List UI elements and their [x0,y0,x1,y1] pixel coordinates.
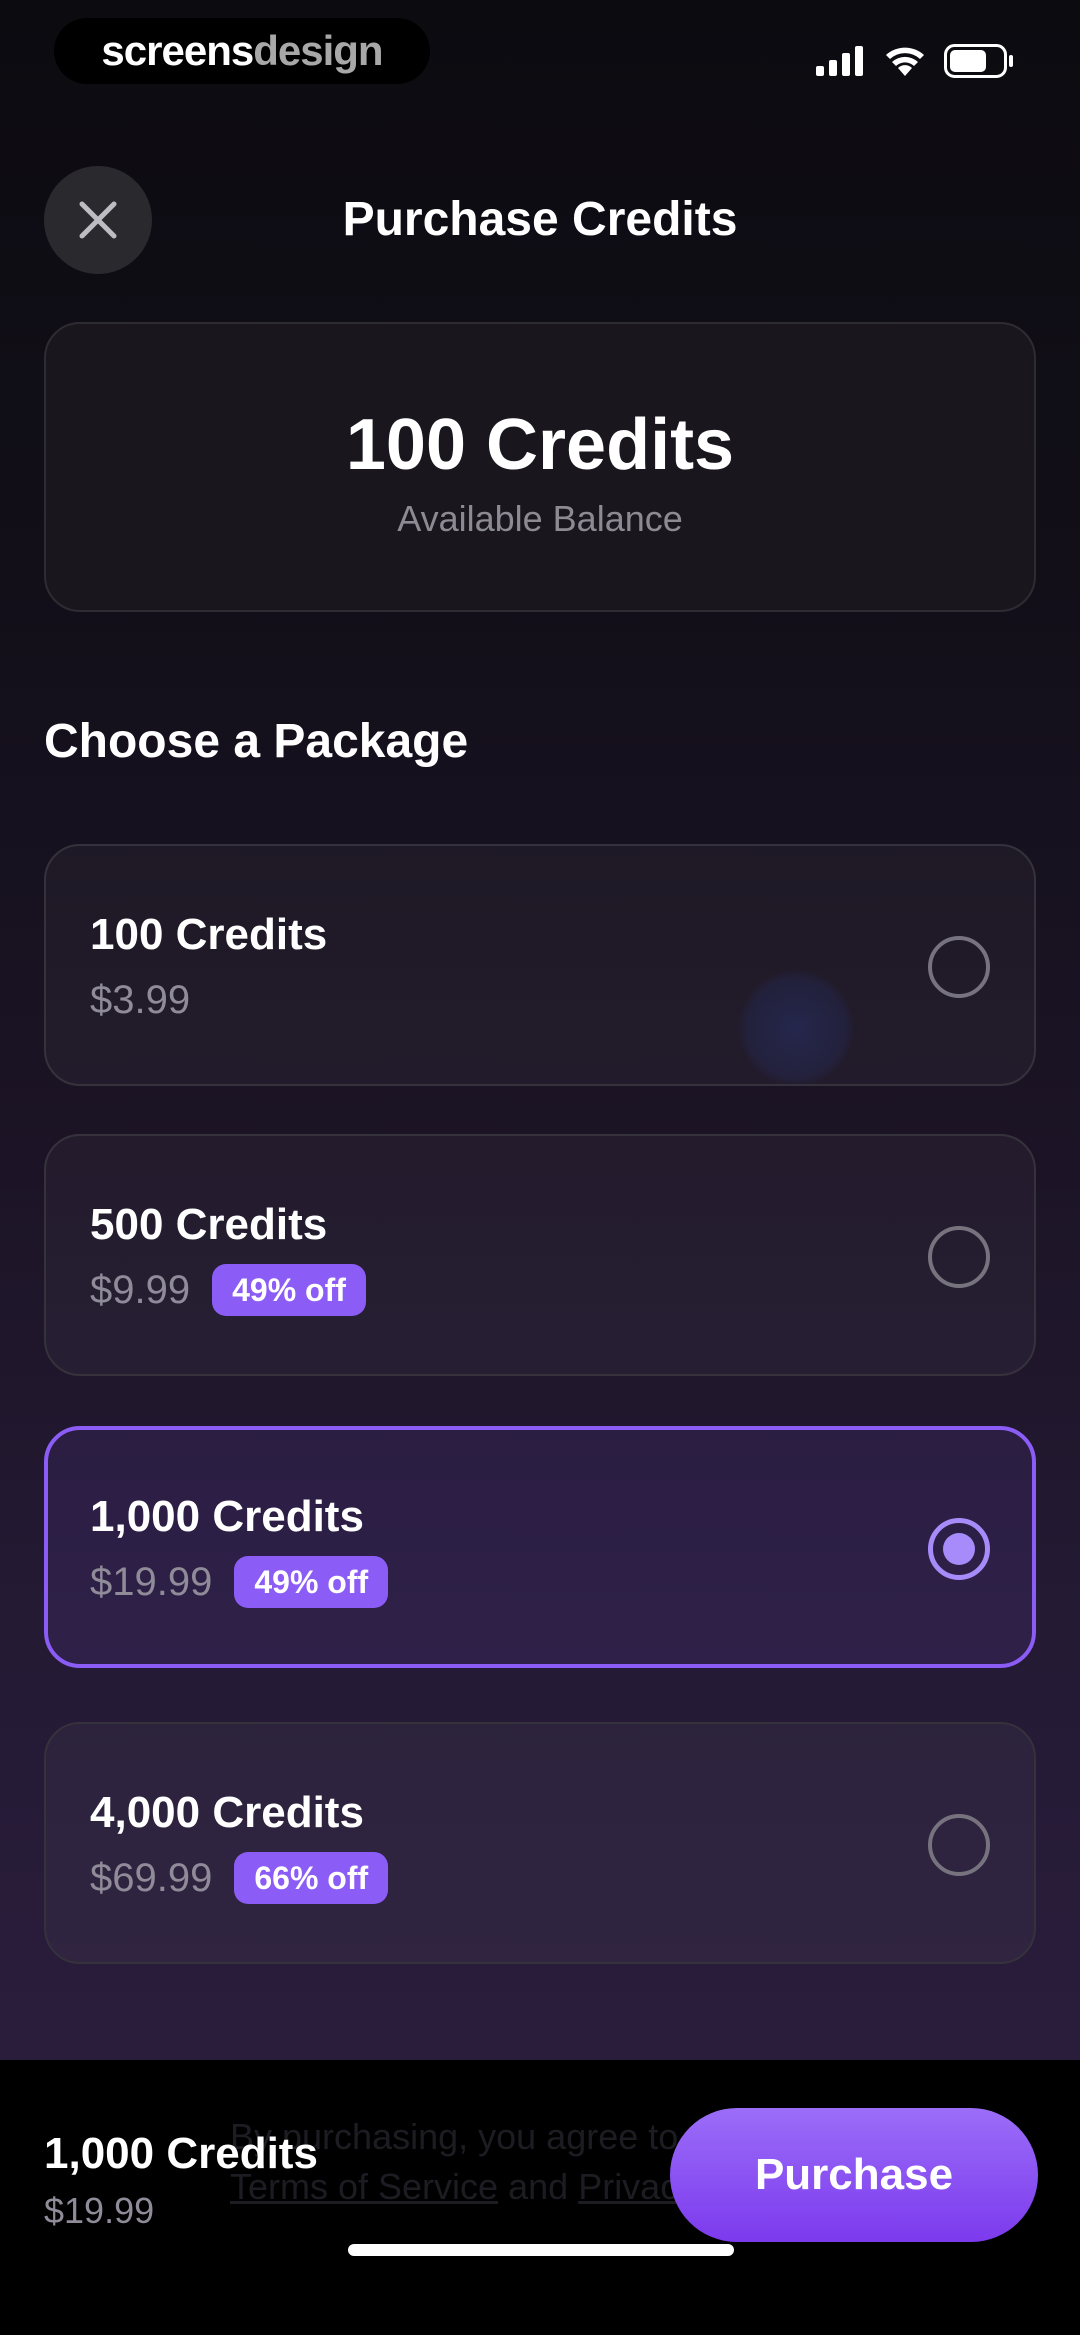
package-option-500[interactable]: 500 Credits $9.99 49% off [44,1134,1036,1376]
discount-badge: 66% off [234,1852,389,1904]
package-name: 100 Credits [90,910,328,959]
brand-text-secondary: design [253,27,383,74]
package-radio-selected[interactable] [928,1518,990,1580]
package-radio[interactable] [928,1814,990,1876]
status-bar: screens design [0,0,1080,110]
purchase-bar: By purchasing, you agree to our Terms of… [0,2060,1080,2335]
cellular-signal-icon [816,46,863,76]
package-name: 500 Credits [90,1200,328,1249]
package-price-row: $69.99 66% off [90,1852,389,1904]
brand-text-primary: screens [101,27,254,74]
page-title: Purchase Credits [342,193,738,246]
discount-badge: 49% off [234,1556,389,1608]
package-name: 1,000 Credits [90,1492,364,1541]
balance-label: Available Balance [397,498,683,539]
status-icons [816,44,1014,78]
package-price-row: $19.99 49% off [90,1556,389,1608]
section-title: Choose a Package [44,715,469,768]
package-price-row: $9.99 49% off [90,1264,366,1316]
balance-card: 100 Credits Available Balance [44,322,1036,612]
package-option-4000[interactable]: 4,000 Credits $69.99 66% off [44,1722,1036,1964]
discount-badge: 49% off [212,1264,366,1316]
touch-indicator [738,970,854,1086]
package-radio[interactable] [928,1226,990,1288]
package-option-1000[interactable]: 1,000 Credits $19.99 49% off [44,1426,1036,1668]
balance-amount: 100 Credits [345,405,735,485]
purchase-button[interactable]: Purchase [670,2108,1038,2242]
package-radio[interactable] [928,936,990,998]
package-price: $69.99 [90,1856,213,1900]
package-price-row: $3.99 [90,974,190,1026]
package-price: $9.99 [90,1268,191,1312]
wifi-icon [886,47,924,76]
package-name: 4,000 Credits [90,1788,364,1837]
battery-icon [944,44,1013,78]
selected-package-name: 1,000 Credits [44,2129,318,2178]
package-price: $3.99 [90,978,191,1022]
home-indicator [348,2244,734,2256]
selected-package-price: $19.99 [44,2190,155,2231]
terms-and: and [508,2166,569,2207]
radio-selected-dot [943,1533,975,1565]
brand-watermark: screens design [54,18,430,84]
package-price: $19.99 [90,1560,213,1604]
package-option-100[interactable]: 100 Credits $3.99 [44,844,1036,1086]
